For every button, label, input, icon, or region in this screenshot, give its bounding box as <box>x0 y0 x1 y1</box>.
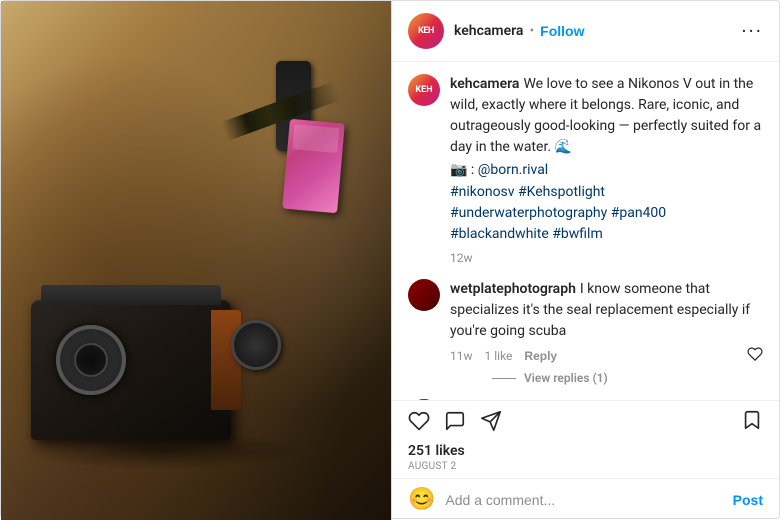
lens-cap-graphic <box>231 320 281 370</box>
replies-line <box>492 378 516 379</box>
caption-text: kehcameraWe love to see a Nikonos V out … <box>450 74 763 158</box>
comments-area: KEH kehcameraWe love to see a Nikonos V … <box>392 62 779 400</box>
comment-time-1: 11w <box>450 349 473 363</box>
credit-mention[interactable]: @born.rival <box>478 162 548 178</box>
add-comment-bar: 😊 Post <box>392 478 779 520</box>
post-header: KEH kehcamera • Follow ··· <box>392 1 779 62</box>
commenter-username-1[interactable]: wetplatephotograph <box>450 281 576 297</box>
action-icons-row <box>408 409 763 437</box>
post-comment-button[interactable]: Post <box>733 492 763 508</box>
post-content-panel: KEH kehcamera • Follow ··· KEH kehcamera… <box>391 1 779 520</box>
comment-meta-1: 11w 1 like Reply <box>450 346 763 365</box>
comment-icon <box>444 410 466 432</box>
camera-graphic <box>31 300 231 440</box>
action-bar: 251 likes August 2 <box>392 400 779 478</box>
comment-input[interactable] <box>445 492 722 508</box>
commenter-avatar-1[interactable] <box>408 279 440 311</box>
share-icon <box>480 410 502 432</box>
header-username[interactable]: kehcamera <box>454 23 523 39</box>
caption-time: 12w <box>450 251 763 265</box>
comment-reply-button-1[interactable]: Reply <box>524 349 557 363</box>
comment-like-icon-1[interactable] <box>747 346 763 365</box>
header-dot: • <box>529 23 534 39</box>
comment-body-1: wetplatephotographI know someone that sp… <box>450 279 763 385</box>
post-image <box>1 1 391 520</box>
account-avatar[interactable]: KEH <box>408 13 444 49</box>
likes-count: 251 likes <box>408 443 763 459</box>
caption-avatar[interactable]: KEH <box>408 74 440 106</box>
caption-hashtags[interactable]: #nikonosv #Kehspotlight #underwaterphoto… <box>450 182 763 245</box>
caption-emoji: 🌊 <box>555 139 572 155</box>
caption-avatar-text: KEH <box>415 85 432 95</box>
comment-text-1: wetplatephotographI know someone that sp… <box>450 279 763 342</box>
comment-likes-1: 1 like <box>485 349 513 363</box>
comment-button[interactable] <box>444 410 466 437</box>
view-replies-1[interactable]: View replies (1) <box>492 371 763 385</box>
avatar-initials: KEH <box>418 26 434 36</box>
post-caption-block: KEH kehcameraWe love to see a Nikonos V … <box>408 74 763 265</box>
caption-credit: 📷 : @born.rival <box>450 162 763 178</box>
emoji-picker-button[interactable]: 😊 <box>408 487 435 512</box>
heart-icon <box>408 410 430 432</box>
caption-content: kehcameraWe love to see a Nikonos V out … <box>450 74 763 265</box>
post-date: August 2 <box>408 461 763 472</box>
like-button[interactable] <box>408 410 430 437</box>
share-button[interactable] <box>480 410 502 437</box>
comment-item: wetplatephotographI know someone that sp… <box>408 279 763 385</box>
follow-button[interactable]: Follow <box>540 23 584 39</box>
view-replies-label-1: View replies (1) <box>524 371 608 385</box>
more-options-button[interactable]: ··· <box>741 21 763 41</box>
caption-username[interactable]: kehcamera <box>450 76 519 92</box>
film-box-graphic <box>282 119 345 213</box>
credit-label: 📷 : <box>450 162 474 178</box>
bookmark-button[interactable] <box>741 409 763 437</box>
bookmark-icon <box>741 409 763 431</box>
